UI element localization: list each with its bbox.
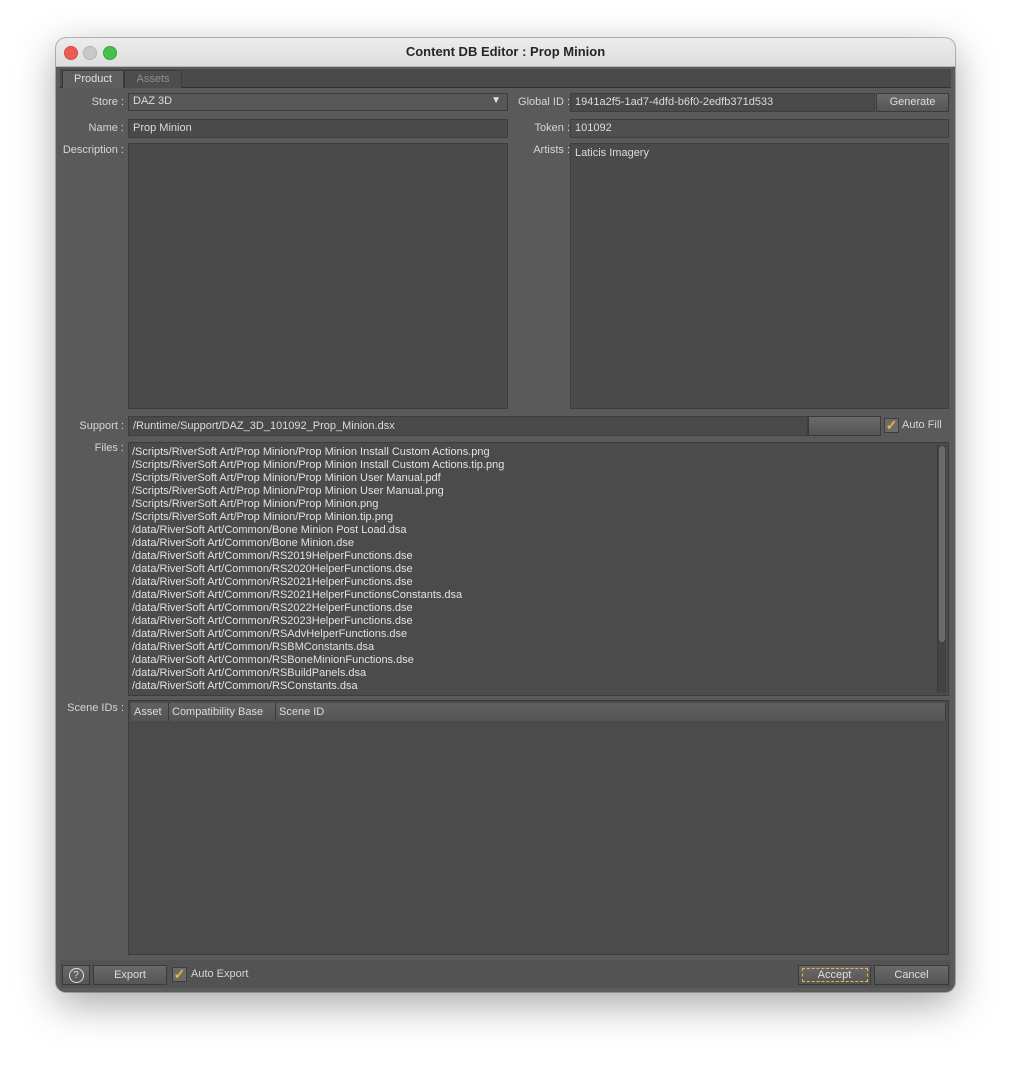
help-icon: ? [68,968,84,983]
scene-ids-table: Asset Compatibility Base Scene ID [128,700,949,955]
column-header-asset[interactable]: Asset [131,703,169,721]
name-label: Name : [88,122,124,134]
file-list-item[interactable]: /data/RiverSoft Art/Common/Bone Minion P… [129,524,948,537]
support-field[interactable]: /Runtime/Support/DAZ_3D_101092_Prop_Mini… [128,416,808,436]
store-value: DAZ 3D [133,95,173,107]
file-list-item[interactable]: /Scripts/RiverSoft Art/Prop Minion/Prop … [129,511,948,524]
file-list-item[interactable]: /data/RiverSoft Art/Common/RS2021HelperF… [129,589,948,602]
store-dropdown[interactable]: DAZ 3D ▼ [128,93,508,111]
artists-label: Artists : [533,144,570,156]
file-list-item[interactable]: /data/RiverSoft Art/Common/RS2020HelperF… [129,563,948,576]
auto-fill-checkbox[interactable]: ✓ [884,418,899,433]
file-list-item[interactable]: /Scripts/RiverSoft Art/Prop Minion/Prop … [129,472,948,485]
checkmark-icon: ✓ [885,417,898,433]
files-scrollbar[interactable] [937,445,946,693]
accept-button[interactable]: Accept [798,965,871,985]
file-list-item[interactable]: /data/RiverSoft Art/Common/Bone Minion.d… [129,537,948,550]
file-list-item[interactable]: /Scripts/RiverSoft Art/Prop Minion/Prop … [129,485,948,498]
file-list-item[interactable]: /data/RiverSoft Art/Common/RS2019HelperF… [129,550,948,563]
files-list[interactable]: /Scripts/RiverSoft Art/Prop Minion/Prop … [128,442,949,696]
file-list-item[interactable]: /data/RiverSoft Art/Common/RSBoneMinionF… [129,654,948,667]
column-header-compatibility-base[interactable]: Compatibility Base [169,703,276,721]
tab-bar: Product Assets [60,69,951,88]
file-list-item[interactable]: /Scripts/RiverSoft Art/Prop Minion/Prop … [129,446,948,459]
file-list-item[interactable]: /data/RiverSoft Art/Common/RS2021HelperF… [129,576,948,589]
file-list-item[interactable]: /data/RiverSoft Art/Common/RSBuildPanels… [129,667,948,680]
help-button[interactable]: ? [62,965,90,985]
description-field[interactable] [128,143,508,409]
name-field[interactable]: Prop Minion [128,119,508,138]
cancel-button[interactable]: Cancel [874,965,949,985]
global-id-field[interactable]: 1941a2f5-1ad7-4dfd-b6f0-2edfb371d533 [570,93,875,112]
accept-button-label: Accept [801,968,868,982]
description-label: Description : [62,144,124,156]
file-list-item[interactable]: /data/RiverSoft Art/Common/RSAdvHelperFu… [129,628,948,641]
auto-export-checkbox[interactable]: ✓ [172,967,187,982]
auto-fill-label: Auto Fill [902,419,942,431]
content-db-editor-window: Content DB Editor : Prop Minion Product … [56,38,955,992]
file-list-item[interactable]: /Scripts/RiverSoft Art/Prop Minion/Prop … [129,498,948,511]
files-label: Files : [94,442,124,454]
artist-item: Laticis Imagery [575,147,649,159]
store-label: Store : [91,96,124,108]
generate-button[interactable]: Generate [876,93,949,112]
artists-field[interactable]: Laticis Imagery [570,143,949,409]
global-id-label: Global ID : [518,96,570,108]
file-list-item[interactable]: /Scripts/RiverSoft Art/Prop Minion/Prop … [129,459,948,472]
token-field[interactable]: 101092 [570,119,949,138]
product-panel: Store : DAZ 3D ▼ Global ID : 1941a2f5-1a… [60,88,951,958]
column-header-scene-id[interactable]: Scene ID [276,703,946,721]
tab-product[interactable]: Product [62,70,124,88]
dialog-content: Product Assets Store : DAZ 3D ▼ Global I… [56,67,955,992]
scene-ids-label: Scene IDs : [67,702,124,714]
checkmark-icon: ✓ [173,966,186,982]
window-title: Content DB Editor : Prop Minion [405,44,606,59]
file-list-item[interactable]: /data/RiverSoft Art/Common/RSConstants.d… [129,680,948,693]
export-button[interactable]: Export [93,965,167,985]
support-label: Support : [79,420,124,432]
file-list-item[interactable]: /data/RiverSoft Art/Common/RSBMConstants… [129,641,948,654]
files-container: /Scripts/RiverSoft Art/Prop Minion/Prop … [129,446,948,693]
auto-export-label: Auto Export [191,968,249,980]
support-browse-button[interactable] [808,416,881,436]
token-label: Token : [534,122,570,134]
tab-assets[interactable]: Assets [124,70,182,88]
files-scrollbar-thumb[interactable] [939,446,945,642]
title-bar: Content DB Editor : Prop Minion [56,38,955,67]
file-list-item[interactable]: /data/RiverSoft Art/Common/RS2023HelperF… [129,615,948,628]
chevron-down-icon: ▼ [491,95,501,106]
file-list-item[interactable]: /data/RiverSoft Art/Common/RS2022HelperF… [129,602,948,615]
dialog-button-bar: ? Export ✓ Auto Export Accept Cancel [60,960,951,988]
